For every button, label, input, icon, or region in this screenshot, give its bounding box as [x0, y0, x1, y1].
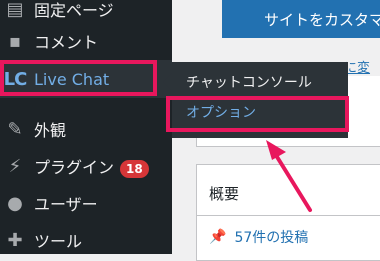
- sidebar-item-label: プラグイン 18: [34, 154, 149, 178]
- paintbrush-icon: ✎: [7, 118, 23, 140]
- user-icon: ●: [7, 192, 23, 214]
- sidebar-item-tools[interactable]: ✚ ツール: [0, 221, 172, 259]
- pushpin-icon: 📌: [209, 229, 227, 245]
- livechat-highlight-box: [0, 60, 157, 96]
- comment-icon: ▪: [8, 30, 22, 52]
- sidebar-item-plugins[interactable]: ⚡ プラグイン 18: [0, 147, 172, 185]
- posts-count-label: 57件の投稿: [234, 230, 309, 246]
- sidebar-item-appearance[interactable]: ✎ 外観: [0, 110, 172, 148]
- sidebar-item-label: ユーザー: [34, 195, 98, 214]
- submenu-item-chat-console[interactable]: チャットコンソール: [186, 72, 312, 92]
- overview-panel-title: 概要: [209, 185, 240, 203]
- flyout-pointer: [163, 73, 172, 91]
- sidebar-item-users[interactable]: ● ユーザー: [0, 184, 172, 222]
- sidebar-item-label: 固定ページ: [34, 1, 114, 20]
- posts-count-link[interactable]: 📌 57件の投稿: [209, 227, 308, 247]
- wrench-icon: ✚: [7, 229, 23, 251]
- sidebar-item-label: ツール: [34, 232, 83, 251]
- sidebar-item-comments[interactable]: ▪ コメント: [0, 22, 172, 60]
- panel-divider: [197, 215, 380, 216]
- pages-icon: ▤: [6, 0, 24, 20]
- admin-sidebar: ▤ 固定ページ ▪ コメント LC Live Chat ✎ 外観 ⚡ プラグイン…: [0, 0, 172, 254]
- overview-panel: 概要 📌 57件の投稿: [196, 164, 380, 261]
- sidebar-item-label: 外観: [34, 121, 67, 140]
- customize-site-button[interactable]: サイトをカスタマ: [222, 0, 380, 38]
- sidebar-item-label: コメント: [34, 33, 99, 52]
- update-count-badge: 18: [120, 159, 149, 178]
- plugins-label-text: プラグイン: [34, 158, 115, 177]
- plugin-icon: ⚡: [8, 155, 22, 177]
- options-highlight-box: [166, 96, 349, 132]
